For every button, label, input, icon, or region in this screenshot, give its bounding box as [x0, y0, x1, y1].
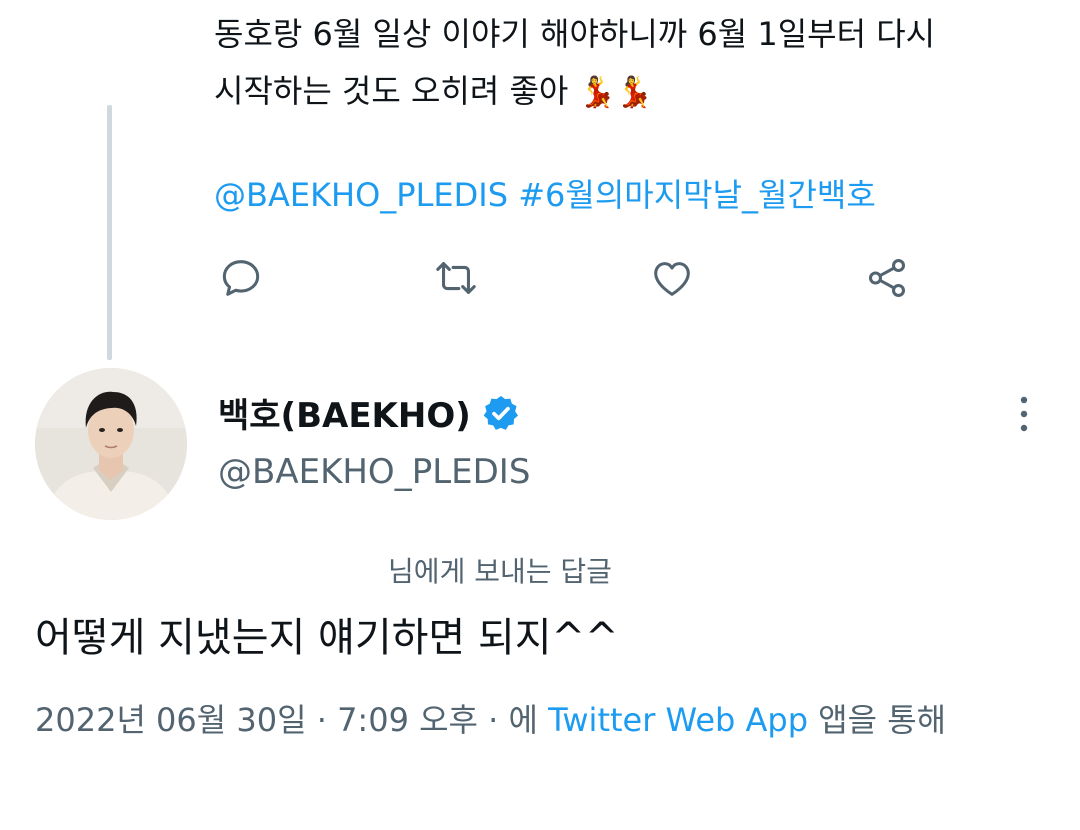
share-icon [868, 259, 906, 297]
thread-connector-line [107, 105, 112, 360]
verified-badge-icon [483, 395, 518, 430]
share-button[interactable] [864, 255, 914, 305]
tweet-time[interactable]: 7:09 오후 [337, 701, 478, 739]
via-prefix: 에 [508, 701, 538, 739]
dancer-emoji: 💃💃 [578, 75, 654, 110]
reply-to-label: 님에게 보내는 답글 [388, 555, 612, 588]
meta-separator: · [316, 701, 327, 739]
like-button[interactable] [649, 255, 699, 305]
meta-separator: · [488, 701, 499, 739]
tweet-metadata: 2022년 06월 30일 · 7:09 오후 · 에 Twitter Web … [35, 693, 1045, 748]
reply-button[interactable] [218, 255, 268, 305]
tweet-date[interactable]: 2022년 06월 30일 [35, 701, 307, 739]
more-options-icon[interactable] [1010, 392, 1038, 436]
heart-icon [654, 262, 690, 296]
author-name-row: 백호(BAEKHO) [218, 388, 521, 437]
comment-icon [222, 260, 260, 296]
mention-link[interactable]: @BAEKHO_PLEDIS [214, 176, 508, 214]
previous-tweet-line2: 시작하는 것도 오히려 좋아 [214, 72, 569, 110]
tweet-text: 어떻게 지냈는지 얘기하면 되지^^ [35, 615, 619, 661]
profile-photo [35, 368, 187, 520]
hashtag-link[interactable]: #6월의마지막날_월간백호 [518, 176, 876, 214]
previous-tweet-line1: 동호랑 6월 일상 이야기 해야하니까 6월 1일부터 다시 [214, 15, 936, 53]
author-handle[interactable]: @BAEKHO_PLEDIS [218, 452, 530, 492]
avatar[interactable] [35, 368, 187, 520]
display-name[interactable]: 백호(BAEKHO) [218, 388, 471, 437]
previous-tweet-text: 동호랑 6월 일상 이야기 해야하니까 6월 1일부터 다시 시작하는 것도 오… [214, 6, 1034, 121]
tweet-actions-bar [0, 255, 1080, 305]
via-suffix: 앱을 통해 [818, 701, 947, 739]
previous-tweet-links: @BAEKHO_PLEDIS #6월의마지막날_월간백호 [214, 170, 876, 220]
retweet-button[interactable] [433, 255, 483, 305]
retweet-icon [436, 262, 476, 294]
source-app-link[interactable]: Twitter Web App [548, 701, 808, 739]
